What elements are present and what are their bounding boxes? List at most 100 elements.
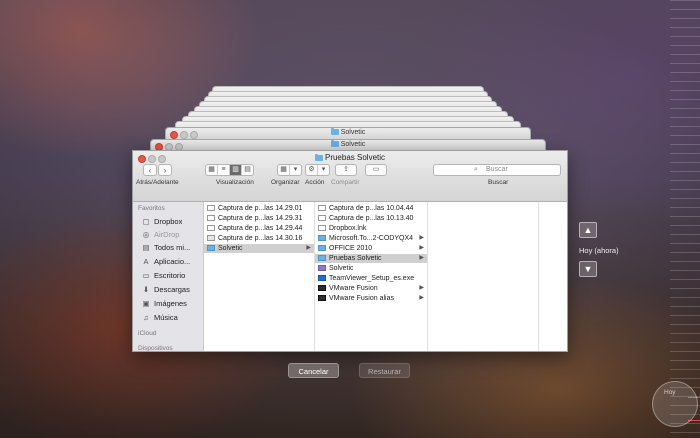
search-input[interactable]: ⌕ Buscar: [433, 164, 561, 176]
newer-button[interactable]: ▲: [579, 222, 597, 238]
icon-view-icon[interactable]: ▦: [206, 165, 218, 175]
folder-icon: [314, 153, 323, 161]
desktop-icon: ▭: [142, 271, 150, 280]
file-icon: [207, 225, 215, 231]
list-view-icon[interactable]: ≡: [218, 165, 230, 175]
arrange-icon: ▦: [278, 165, 290, 175]
tag-icon: ▭: [372, 166, 380, 173]
action-label: Acción: [305, 179, 325, 186]
column-2: Captura de p...las 10.04.44 Captura de p…: [315, 202, 428, 351]
downloads-icon: ⬇: [142, 285, 150, 294]
list-item[interactable]: VMware Fusion ▶: [315, 284, 427, 293]
nav-label: Atrás/Adelante: [136, 179, 179, 186]
chevron-right-icon: ▶: [419, 295, 424, 301]
sidebar-item-dropbox[interactable]: ▢ Dropbox: [141, 216, 182, 227]
folder-icon: [318, 245, 326, 251]
alias-icon: [318, 265, 326, 271]
image-file-icon: [207, 235, 215, 241]
watermark-label: Hoy: [664, 389, 676, 396]
sidebar: Favoritos ▢ Dropbox ◎ AirDrop ▤ Todos mi...…: [133, 202, 204, 352]
gear-icon: ⚙: [306, 165, 318, 175]
folder-icon: [330, 139, 339, 147]
arrange-label: Organizar: [271, 179, 300, 186]
file-icon: [207, 215, 215, 221]
list-item[interactable]: TeamViewer_Setup_es.exe: [315, 274, 427, 283]
list-item[interactable]: Captura de p...las 14.29.01: [204, 204, 314, 213]
folder-icon: [318, 235, 326, 241]
music-icon: ♫: [143, 313, 149, 322]
sidebar-header-icloud: iCloud: [138, 330, 157, 337]
list-item[interactable]: Microsoft.To...2-CODYQX4 ▶: [315, 234, 427, 243]
file-icon: [318, 225, 326, 231]
chevron-right-icon: ▶: [419, 235, 424, 241]
folder-icon: [207, 245, 215, 251]
sidebar-item-desktop[interactable]: ▭ Escritorio: [141, 270, 185, 281]
folder-icon: [330, 127, 339, 135]
sidebar-header-devices: Dispositivos: [138, 345, 173, 352]
tag-button[interactable]: ▭: [365, 164, 387, 176]
window-title: Pruebas Solvetic: [133, 153, 567, 162]
back-button[interactable]: ‹: [143, 164, 157, 176]
forward-button[interactable]: ›: [158, 164, 172, 176]
watermark-logo: [652, 381, 698, 427]
timeline-ruler[interactable]: [670, 0, 700, 438]
sidebar-item-images[interactable]: ▣ Imágenes: [141, 298, 186, 309]
list-item[interactable]: Captura de p...las 14.30.16: [204, 234, 314, 243]
file-icon: [207, 205, 215, 211]
sidebar-item-music[interactable]: ♫ Música: [141, 312, 178, 323]
dropbox-icon: ▢: [142, 217, 150, 226]
sidebar-header-favorites: Favoritos: [138, 205, 165, 212]
vmware-icon: [318, 295, 326, 301]
sidebar-item-airdrop[interactable]: ◎ AirDrop: [141, 229, 180, 240]
share-label: Compartir: [331, 179, 360, 186]
images-icon: ▣: [142, 299, 150, 308]
share-button[interactable]: ⇪: [335, 164, 357, 176]
applications-icon: A: [143, 257, 149, 266]
restore-button[interactable]: Restaurar: [359, 363, 410, 378]
chevron-right-icon: ▶: [419, 255, 424, 261]
view-label: Visualización: [216, 179, 254, 186]
list-item[interactable]: Dropbox.lnk: [315, 224, 427, 233]
list-item[interactable]: Solvetic ▶: [204, 244, 314, 253]
sidebar-item-all-files[interactable]: ▤ Todos mi...: [141, 242, 190, 253]
column-3: [428, 202, 539, 351]
share-icon: ⇪: [343, 166, 349, 173]
list-item[interactable]: OFFICE 2010 ▶: [315, 244, 427, 253]
finder-window: Pruebas Solvetic ‹ › Atrás/Adelante ▦ ≡ …: [132, 150, 568, 352]
teamviewer-icon: [318, 275, 326, 281]
vmware-icon: [318, 285, 326, 291]
cancel-button[interactable]: Cancelar: [288, 363, 339, 378]
search-label: Buscar: [488, 179, 509, 186]
chevron-right-icon: ▶: [419, 285, 424, 291]
sidebar-item-downloads[interactable]: ⬇ Descargas: [141, 284, 190, 295]
list-item[interactable]: Captura de p...las 10.13.40: [315, 214, 427, 223]
folder-icon: [318, 255, 326, 261]
sidebar-item-applications[interactable]: A Aplicacio...: [141, 256, 190, 267]
coverflow-view-icon[interactable]: ▤: [242, 165, 253, 175]
list-item[interactable]: Captura de p...las 14.29.44: [204, 224, 314, 233]
search-icon: ⌕: [474, 166, 478, 173]
file-icon: [318, 215, 326, 221]
chevron-down-icon: ▾: [293, 166, 298, 173]
list-item[interactable]: VMware Fusion alias ▶: [315, 294, 427, 303]
action-button[interactable]: ⚙ ▾: [305, 164, 330, 176]
older-button[interactable]: ▼: [579, 261, 597, 277]
window-title: Solvetic: [340, 141, 366, 148]
list-item[interactable]: Captura de p...las 14.29.31: [204, 214, 314, 223]
chevron-right-icon: ▶: [306, 245, 311, 251]
arrange-button[interactable]: ▦ ▾: [277, 164, 302, 176]
window-title: Solvetic: [340, 129, 366, 136]
column-1: Captura de p...las 14.29.01 Captura de p…: [204, 202, 315, 351]
toolbar: Pruebas Solvetic ‹ › Atrás/Adelante ▦ ≡ …: [133, 151, 567, 202]
list-item[interactable]: Pruebas Solvetic ▶: [315, 254, 427, 263]
view-switcher[interactable]: ▦ ≡ ▥ ▤: [205, 164, 254, 176]
timeline-now-label: Hoy (ahora): [579, 246, 619, 255]
file-icon: [318, 205, 326, 211]
chevron-down-icon: ▾: [321, 166, 326, 173]
airdrop-icon: ◎: [142, 230, 150, 239]
chevron-right-icon: ▶: [419, 245, 424, 251]
all-files-icon: ▤: [142, 243, 150, 252]
list-item[interactable]: Captura de p...las 10.04.44: [315, 204, 427, 213]
column-view-icon[interactable]: ▥: [230, 165, 242, 175]
list-item[interactable]: Solvetic: [315, 264, 427, 273]
